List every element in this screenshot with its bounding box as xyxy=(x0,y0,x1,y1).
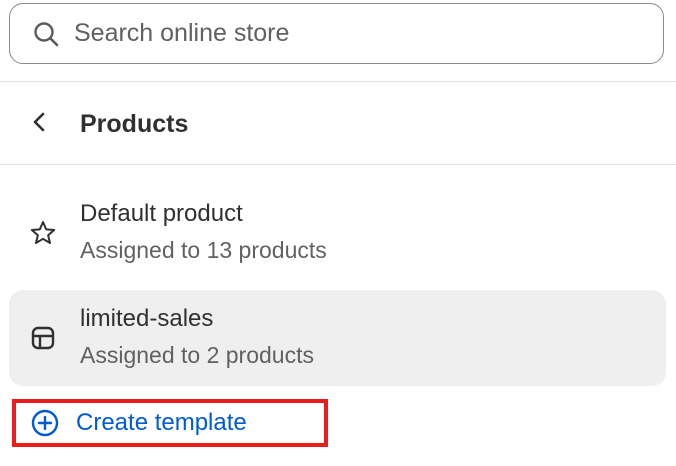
template-item-default-product[interactable]: Default product Assigned to 13 products xyxy=(9,185,666,281)
search-divider xyxy=(0,81,676,82)
search-bar[interactable] xyxy=(9,3,664,64)
template-assigned-count: Assigned to 2 products xyxy=(80,342,314,368)
header-divider xyxy=(0,164,676,165)
search-input[interactable] xyxy=(74,19,614,48)
template-name: limited-sales xyxy=(80,305,214,332)
search-icon xyxy=(32,20,60,48)
create-template-button[interactable]: Create template xyxy=(12,399,328,447)
create-template-label: Create template xyxy=(76,409,247,436)
template-assigned-count: Assigned to 13 products xyxy=(80,237,327,263)
template-item-limited-sales[interactable]: limited-sales Assigned to 2 products xyxy=(9,290,666,386)
template-name: Default product xyxy=(80,200,243,227)
page-title: Products xyxy=(80,110,189,138)
online-store-template-picker: Products Default product Assigned to 13 … xyxy=(0,0,676,466)
template-layout-icon xyxy=(29,324,57,352)
back-button[interactable] xyxy=(26,110,54,138)
products-header: Products xyxy=(0,84,676,164)
plus-circle-icon xyxy=(30,408,60,438)
chevron-left-icon xyxy=(30,110,50,139)
star-icon xyxy=(29,219,57,247)
